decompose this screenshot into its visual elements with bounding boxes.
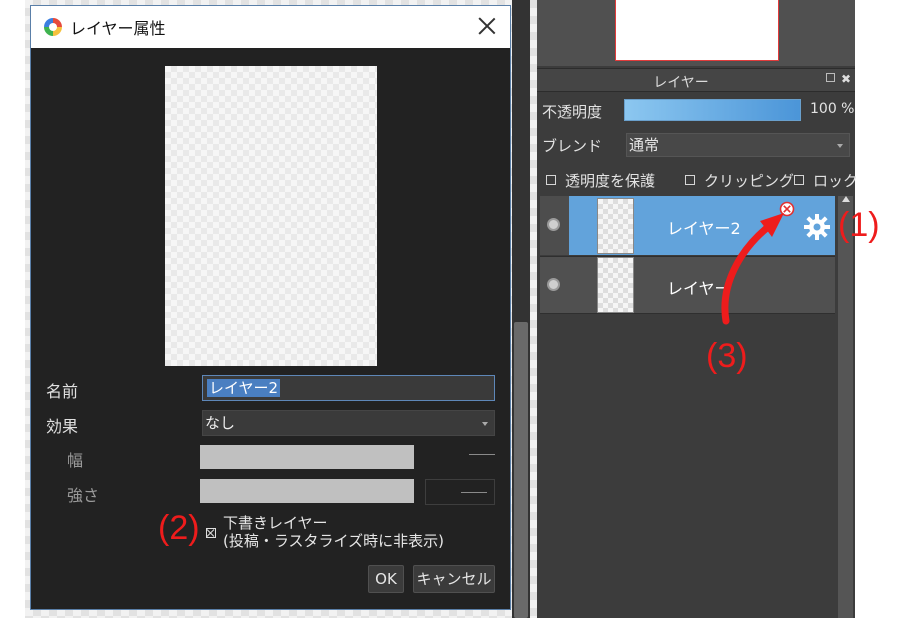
strength-value-dash [461,492,487,493]
dialog-titlebar: レイヤー属性 [31,6,510,48]
scroll-up-icon[interactable] [842,196,850,202]
blend-value: 通常 [629,136,660,154]
effect-value: なし [205,414,236,432]
protect-alpha-label: 透明度を保護 [565,172,656,190]
navigator-canvas-preview[interactable] [615,0,779,61]
draft-layer-checkbox[interactable] [206,528,216,538]
layer-thumbnail [597,257,634,313]
layer-preview [165,66,377,366]
dialog-title: レイヤー属性 [70,19,166,38]
protect-alpha-checkbox[interactable] [546,175,556,185]
layer-name-input[interactable]: レイヤー2 [202,375,495,401]
blend-label: ブレンド [542,137,603,155]
annotation-two: (2) [158,509,200,547]
layer-properties-dialog: レイヤー属性 名前 レイヤー2 効果 なし 幅 強さ (2) 下書きレイヤー (… [30,5,511,610]
lock-checkbox[interactable] [794,175,804,185]
annotation-three: (3) [706,337,748,375]
visibility-eye-icon[interactable] [547,278,560,291]
cancel-button[interactable]: キャンセル [413,565,495,593]
chevron-down-icon [837,144,843,148]
layer-panel-header: レイヤー [537,68,855,92]
layer-panel-title: レイヤー [653,75,709,91]
visibility-eye-icon[interactable] [547,218,560,231]
annotation-one: (1) [838,206,880,244]
width-label: 幅 [67,451,84,470]
layer-list-scrollbar[interactable] [838,196,853,618]
opacity-value: 100 % [810,101,855,117]
close-icon[interactable] [478,17,496,35]
strength-label: 強さ [67,486,100,505]
app-logo-icon [44,18,62,36]
opacity-slider[interactable] [624,99,801,121]
width-slider[interactable] [200,445,414,469]
opacity-label: 不透明度 [542,103,603,121]
clipping-checkbox[interactable] [685,175,695,185]
layer-thumbnail [597,198,634,254]
draft-layer-label: 下書きレイヤー (投稿・ラスタライズ時に非表示) [223,514,444,550]
gear-icon[interactable] [803,213,831,241]
canvas-scrollbar-thumb[interactable] [514,322,528,618]
close-panel-icon[interactable]: ✖ [841,72,851,86]
width-value-dash [469,454,495,455]
effect-select[interactable]: なし [202,410,495,436]
blend-select[interactable]: 通常 [626,133,850,157]
draft-layer-label-line2: (投稿・ラスタライズ時に非表示) [223,532,444,550]
clipping-label: クリッピング [704,172,795,190]
lock-label: ロック [813,172,859,190]
layer-name-value: レイヤー2 [207,379,281,397]
name-label: 名前 [46,382,79,401]
ok-button[interactable]: OK [368,565,404,593]
chevron-down-icon [482,422,488,426]
draft-layer-label-line1: 下書きレイヤー [223,514,328,532]
strength-slider[interactable] [200,479,414,503]
popout-icon[interactable] [826,73,835,82]
annotation-arrow [721,213,784,325]
effect-label: 効果 [46,417,79,436]
